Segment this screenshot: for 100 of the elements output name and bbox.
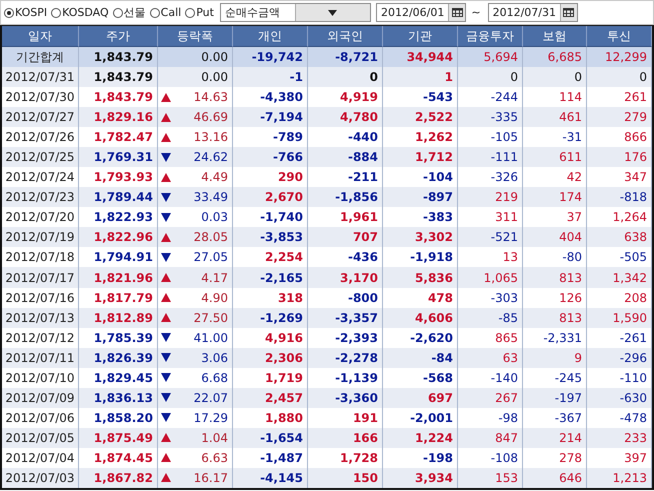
flow-cell: 1,961 [308, 207, 383, 228]
change-cell: 28.05 [194, 230, 228, 244]
flow-cell: 153 [458, 468, 523, 488]
change-cell: 13.16 [194, 130, 228, 144]
down-triangle-icon [161, 373, 171, 382]
flow-cell: 865 [458, 328, 523, 348]
column-header[interactable]: 보험 [523, 26, 587, 47]
change-cell: 0.03 [201, 210, 228, 224]
date-cell: 2012/07/09 [2, 388, 79, 408]
date-cell: 2012/07/27 [2, 107, 79, 128]
range-separator: ~ [471, 6, 481, 19]
column-header[interactable]: 일자 [2, 26, 79, 47]
calendar-icon[interactable] [452, 8, 463, 17]
flow-cell: -19,742 [233, 47, 308, 68]
flow-cell: 707 [308, 227, 383, 248]
flow-cell: 1,264 [587, 207, 652, 228]
price-cell: 1,822.93 [79, 207, 158, 228]
down-triangle-icon [161, 333, 171, 342]
flow-cell: -505 [587, 247, 652, 268]
flow-cell: 611 [523, 147, 587, 168]
date-cell: 2012/07/23 [2, 187, 79, 208]
date-cell: 2012/07/17 [2, 267, 79, 288]
flow-cell: 813 [523, 308, 587, 328]
measure-dropdown[interactable]: 순매수금액 [220, 3, 371, 22]
change-cell: 3.06 [201, 350, 228, 365]
down-triangle-icon [161, 192, 171, 202]
down-triangle-icon [161, 393, 171, 402]
market-radio[interactable]: KOSPI [4, 6, 48, 19]
flow-cell: -8,721 [308, 47, 383, 68]
flow-cell: 318 [233, 288, 308, 308]
flow-cell: -521 [458, 227, 523, 248]
flow-cell: 174 [523, 187, 587, 208]
flow-cell: 219 [458, 187, 523, 208]
flow-cell: -2,393 [308, 328, 383, 348]
column-header[interactable]: 외국인 [308, 26, 383, 47]
flow-cell: -1,654 [233, 428, 308, 448]
flow-cell: 1,712 [383, 147, 458, 168]
market-radio[interactable]: Call [150, 6, 182, 19]
market-radio[interactable]: Put [185, 6, 214, 19]
flow-cell: 1 [383, 67, 458, 88]
change-cell: 41.00 [194, 330, 228, 345]
date-cell: 2012/07/18 [2, 247, 79, 268]
flow-cell: 176 [587, 147, 652, 168]
flow-cell: 6,685 [523, 47, 587, 68]
up-triangle-icon [161, 273, 171, 282]
flow-cell: 12,299 [587, 47, 652, 68]
flow-cell: 478 [383, 288, 458, 308]
column-header[interactable]: 개인 [233, 26, 308, 47]
date-cell: 2012/07/31 [2, 67, 79, 88]
flow-cell: 847 [458, 428, 523, 448]
flow-cell: 0 [587, 67, 652, 88]
up-triangle-icon [161, 453, 171, 462]
flow-cell: 311 [458, 207, 523, 228]
market-radio[interactable]: 선물 [112, 5, 146, 20]
flow-cell: -436 [308, 247, 383, 268]
market-radio[interactable]: KOSDAQ [51, 6, 109, 19]
flow-cell: -383 [383, 207, 458, 228]
calendar-icon[interactable] [563, 8, 574, 17]
flow-cell: 4,780 [308, 107, 383, 128]
change-cell: 16.17 [194, 470, 228, 485]
dropdown-arrow-icon[interactable] [328, 10, 338, 16]
column-header[interactable]: 주가 [79, 26, 158, 47]
flow-cell: -84 [383, 348, 458, 368]
up-triangle-icon [161, 433, 171, 442]
price-cell: 1,836.13 [79, 388, 158, 408]
down-triangle-icon [161, 413, 171, 422]
change-cell: 6.63 [201, 450, 228, 465]
date-cell: 2012/07/03 [2, 468, 79, 488]
up-triangle-icon [161, 313, 171, 322]
column-header[interactable]: 투신 [587, 26, 652, 47]
flow-cell: -197 [523, 388, 587, 408]
change-cell: 0.00 [201, 50, 228, 64]
column-header[interactable]: 기관 [383, 26, 458, 47]
flow-cell: 404 [523, 227, 587, 248]
date-cell: 2012/07/11 [2, 348, 79, 368]
price-cell: 1,821.96 [79, 267, 158, 288]
end-date-field[interactable]: 2012/07/31 [488, 3, 578, 22]
down-triangle-icon [161, 353, 171, 362]
column-header[interactable]: 금융투자 [458, 26, 523, 47]
date-cell: 2012/07/12 [2, 328, 79, 348]
up-triangle-icon [161, 172, 171, 182]
flow-cell: -630 [587, 388, 652, 408]
start-date-field[interactable]: 2012/06/01 [376, 3, 466, 22]
column-header[interactable]: 등락폭 [158, 26, 233, 47]
price-cell: 1,829.45 [79, 368, 158, 388]
flow-cell: 267 [458, 388, 523, 408]
flow-cell: -303 [458, 288, 523, 308]
change-cell: 14.63 [194, 90, 228, 104]
flow-cell: -104 [383, 167, 458, 188]
change-cell: 27.05 [194, 250, 228, 264]
up-triangle-icon [161, 132, 171, 142]
flow-cell: 1,213 [587, 468, 652, 488]
flow-cell: 1,590 [587, 308, 652, 328]
flow-cell: -7,194 [233, 107, 308, 128]
flow-cell: 9 [523, 348, 587, 368]
flow-cell: 2,457 [233, 388, 308, 408]
up-triangle-icon [161, 473, 171, 482]
date-cell: 2012/07/13 [2, 308, 79, 328]
date-cell: 2012/07/25 [2, 147, 79, 168]
flow-cell: -2,165 [233, 267, 308, 288]
